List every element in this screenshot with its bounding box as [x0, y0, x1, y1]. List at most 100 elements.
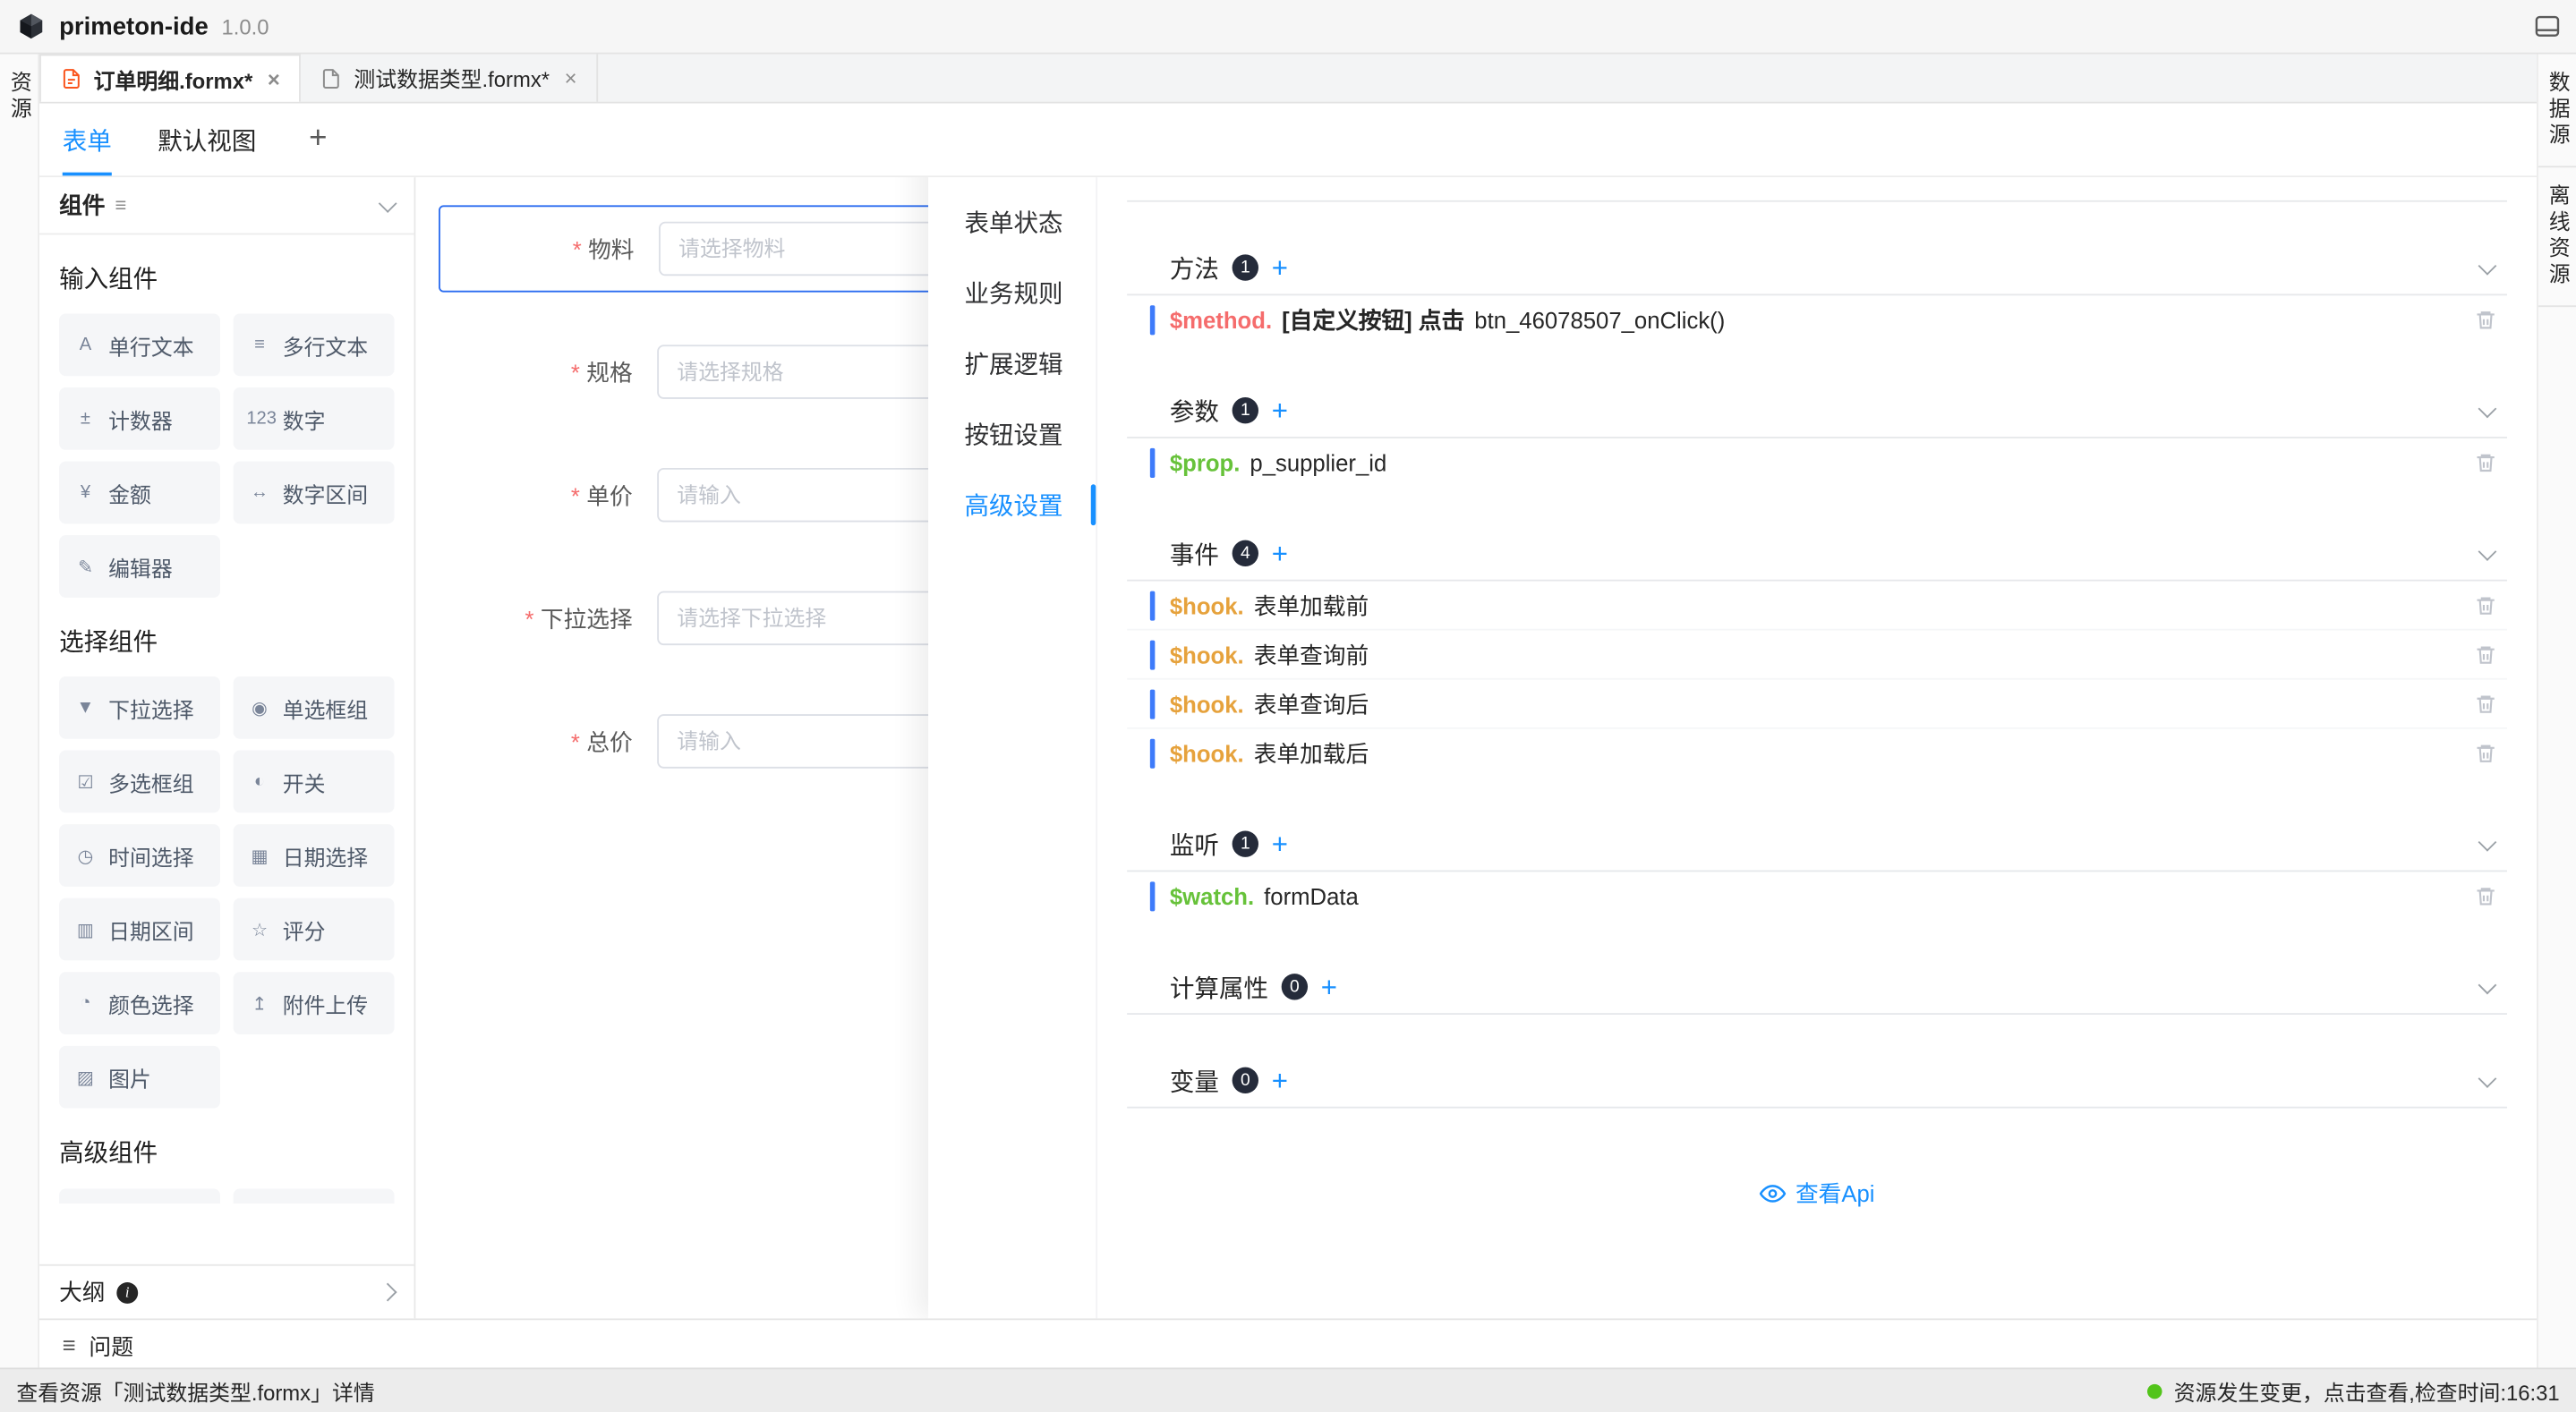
nav-extension-logic[interactable]: 扩展逻辑: [928, 328, 1096, 399]
section-params-header: 参数 1 +: [1127, 384, 2507, 438]
chevron-right-icon[interactable]: [379, 1283, 397, 1302]
resource-change-notice[interactable]: 资源发生变更，点击查看,检查时间:16:31: [2147, 1375, 2559, 1407]
chevron-down-icon[interactable]: [2478, 832, 2497, 851]
editor-tab-order-detail[interactable]: 订单明细.formx* ×: [39, 55, 302, 102]
component-label: 单行文本: [108, 329, 193, 361]
watch-item[interactable]: $watch. formData: [1127, 872, 2507, 921]
delete-button[interactable]: [2471, 739, 2501, 769]
trash-icon: [2474, 692, 2497, 715]
component-number-range[interactable]: ↔数字区间: [234, 462, 395, 524]
count-badge: 0: [1233, 1068, 1258, 1093]
component-counter[interactable]: ±计数器: [59, 387, 220, 450]
component-editor[interactable]: ✎编辑器: [59, 535, 220, 598]
eye-icon: [1760, 1180, 1786, 1206]
nav-button-settings[interactable]: 按钮设置: [928, 399, 1096, 470]
problems-bar[interactable]: ≡ 问题: [39, 1318, 2537, 1367]
tab-form[interactable]: 表单: [63, 104, 112, 176]
section-computed-header: 计算属性 0 +: [1127, 960, 2507, 1015]
chevron-down-icon[interactable]: [379, 193, 397, 212]
add-param-button[interactable]: +: [1272, 396, 1288, 424]
chevron-down-icon[interactable]: [2478, 975, 2497, 994]
component-rating[interactable]: ☆评分: [234, 898, 395, 961]
component-select[interactable]: ▼下拉选择: [59, 676, 220, 739]
trash-icon: [2474, 885, 2497, 908]
component-panel-header[interactable]: 组件 ≡: [39, 177, 414, 234]
component-radio-group[interactable]: ◉单选框组: [234, 676, 395, 739]
chevron-down-icon[interactable]: [2478, 256, 2497, 275]
component-label: 下拉选择: [108, 692, 193, 723]
add-computed-button[interactable]: +: [1321, 973, 1337, 1000]
component-amount[interactable]: ¥金额: [59, 462, 220, 524]
view-api-link[interactable]: 查看Api: [1127, 1178, 2507, 1211]
component-color-picker[interactable]: ◔颜色选择: [59, 972, 220, 1034]
delete-button[interactable]: [2471, 689, 2501, 719]
add-variable-button[interactable]: +: [1272, 1067, 1288, 1094]
status-left-text[interactable]: 查看资源「测试数据类型.formx」详情: [16, 1375, 374, 1407]
watch-prefix: $watch.: [1170, 883, 1254, 909]
input-components-grid: A单行文本 ≡多行文本 ±计数器 123数字 ¥金额 ↔数字区间 ✎编辑器: [59, 313, 394, 597]
section-watchers-header: 监听 1 +: [1127, 818, 2507, 872]
component-number[interactable]: 123数字: [234, 387, 395, 450]
hook-name: 表单加载后: [1254, 737, 1369, 770]
delete-button[interactable]: [2471, 640, 2501, 669]
delete-button[interactable]: [2471, 591, 2501, 620]
delete-button[interactable]: [2471, 305, 2501, 335]
resources-rail-tab[interactable]: 资源: [1, 71, 37, 123]
add-watcher-button[interactable]: +: [1272, 830, 1288, 858]
required-mark: *: [571, 482, 580, 508]
component-attachment-upload[interactable]: ↥附件上传: [234, 972, 395, 1034]
field-label: *下拉选择: [415, 601, 632, 634]
app-logo-icon: [16, 12, 46, 41]
trash-icon: [2474, 742, 2497, 765]
offline-resources-rail-tab[interactable]: 离线资源: [2539, 184, 2575, 289]
hook-item[interactable]: $hook. 表单加载后: [1127, 729, 2507, 778]
right-rail: 数据源 离线资源: [2537, 55, 2576, 1368]
add-event-button[interactable]: +: [1272, 540, 1288, 567]
component-panel: 组件 ≡ 输入组件 A单行文本 ≡多行文本 ±计数器 123数字 ¥金额 ↔数字…: [39, 177, 415, 1318]
close-icon[interactable]: ×: [268, 66, 280, 91]
delete-button[interactable]: [2471, 448, 2501, 478]
date-range-icon: ▥: [73, 919, 98, 940]
tab-default-view[interactable]: 默认视图: [158, 104, 256, 176]
component-date-range[interactable]: ▥日期区间: [59, 898, 220, 961]
component-time-picker[interactable]: ◷时间选择: [59, 824, 220, 887]
datasource-rail-tab[interactable]: 数据源: [2539, 71, 2575, 149]
component-checkbox-group[interactable]: ☑多选框组: [59, 751, 220, 813]
editor-tab-bar: 订单明细.formx* × 测试数据类型.formx* ×: [39, 55, 2537, 104]
method-item[interactable]: $method. [自定义按钮] 点击 btn_46078507_onClick…: [1127, 295, 2507, 344]
nav-form-state[interactable]: 表单状态: [928, 187, 1096, 258]
component-single-line-text[interactable]: A单行文本: [59, 313, 220, 376]
chevron-down-icon[interactable]: [2478, 1068, 2497, 1087]
method-prefix: $method.: [1170, 307, 1272, 333]
component-date-picker[interactable]: ▦日期选择: [234, 824, 395, 887]
delete-button[interactable]: [2471, 881, 2501, 911]
add-view-button[interactable]: +: [309, 122, 327, 157]
hook-item[interactable]: $hook. 表单加载前: [1127, 582, 2507, 631]
nav-advanced-settings[interactable]: 高级设置: [928, 470, 1096, 540]
hook-item[interactable]: $hook. 表单查询后: [1127, 680, 2507, 729]
chevron-down-icon[interactable]: [2478, 399, 2497, 418]
hook-item[interactable]: $hook. 表单查询前: [1127, 631, 2507, 680]
close-icon[interactable]: ×: [565, 65, 577, 90]
active-nav-indicator: [1091, 484, 1096, 525]
nav-basic-settings[interactable]: 基础设置: [928, 177, 1096, 187]
component-label: 多选框组: [108, 766, 193, 797]
component-label: 图片: [108, 1061, 151, 1093]
editor-tab-test-datatypes[interactable]: 测试数据类型.formx* ×: [302, 55, 599, 102]
chevron-down-icon[interactable]: [2478, 541, 2497, 560]
component-multi-line-text[interactable]: ≡多行文本: [234, 313, 395, 376]
required-mark: *: [571, 359, 580, 385]
tab-form-label: 表单: [63, 123, 112, 157]
component-label: 单选框组: [283, 692, 368, 723]
param-item[interactable]: $prop. p_supplier_id: [1127, 438, 2507, 488]
window-layout-icon[interactable]: [2535, 15, 2560, 38]
workspace: 组件 ≡ 输入组件 A单行文本 ≡多行文本 ±计数器 123数字 ¥金额 ↔数字…: [39, 177, 2537, 1318]
nav-business-rules[interactable]: 业务规则: [928, 258, 1096, 328]
section-variables: 变量 0 +: [1127, 1054, 2507, 1109]
time-picker-icon: ◷: [73, 845, 98, 866]
tab-default-view-label: 默认视图: [158, 123, 256, 157]
outline-bar[interactable]: 大纲 i: [39, 1264, 414, 1319]
add-method-button[interactable]: +: [1272, 253, 1288, 281]
component-switch[interactable]: ◐开关: [234, 751, 395, 813]
component-image[interactable]: ▨图片: [59, 1046, 220, 1109]
